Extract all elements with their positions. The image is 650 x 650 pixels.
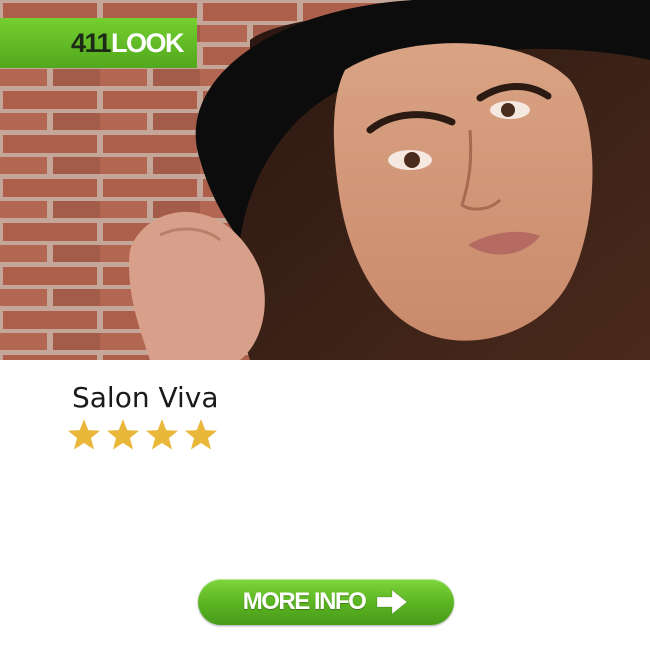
star-rating xyxy=(66,418,219,452)
salon-name: Salon Viva xyxy=(72,381,219,414)
star-icon xyxy=(144,418,180,452)
more-info-button[interactable]: MORE INFO xyxy=(198,579,454,625)
arrow-right-icon xyxy=(375,589,409,615)
more-info-label: MORE INFO xyxy=(242,588,367,615)
brand-badge: 411 LOOK xyxy=(0,18,197,68)
hero-photo: 411 LOOK xyxy=(0,0,650,360)
listing-card: 411 LOOK Salon Viva MORE INFO xyxy=(0,0,650,650)
brand-number: 411 xyxy=(70,27,112,58)
brand-word: LOOK xyxy=(111,27,185,58)
star-icon xyxy=(183,418,219,452)
star-icon xyxy=(105,418,141,452)
star-icon xyxy=(66,418,102,452)
